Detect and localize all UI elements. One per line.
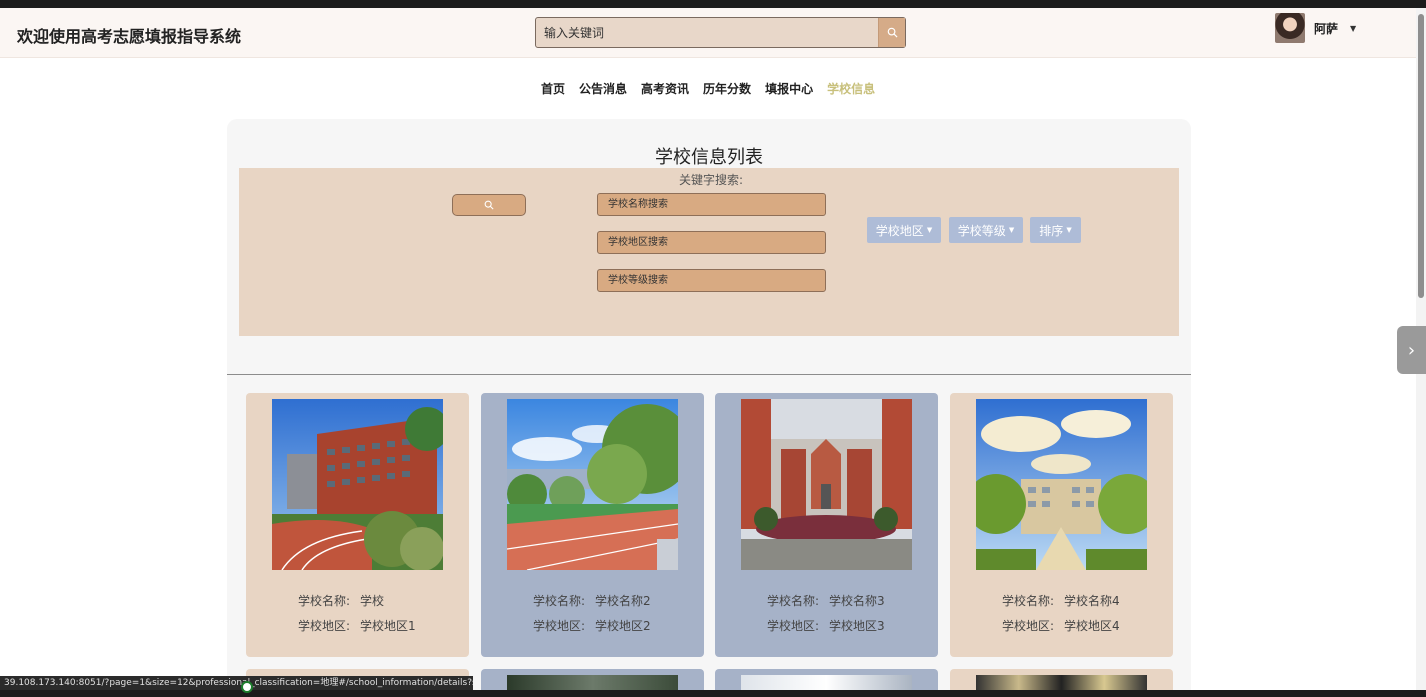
nav-item-school-info[interactable]: 学校信息 <box>827 80 875 97</box>
school-list-panel: 学校信息列表 关键字搜索: 学校地区▼ 学校等级▼ 排序▼ <box>227 119 1191 690</box>
nav-item-application[interactable]: 填报中心 <box>765 80 813 97</box>
school-info: 学校名称: 学校 学校地区: 学校地区1 <box>298 589 416 639</box>
global-search <box>535 17 906 48</box>
global-search-button[interactable] <box>878 18 905 47</box>
school-info: 学校名称: 学校名称4 学校地区: 学校地区4 <box>1002 589 1120 639</box>
search-icon <box>887 27 898 38</box>
main-nav: 首页 公告消息 高考资讯 历年分数 填报中心 学校信息 <box>541 80 875 97</box>
school-photo[interactable] <box>507 399 678 570</box>
school-name: 学校名称2 <box>595 594 651 608</box>
school-card[interactable]: 学校名称: 学校名称3 学校地区: 学校地区3 <box>715 393 938 657</box>
search-icon <box>484 200 494 210</box>
school-name-input[interactable] <box>597 193 826 216</box>
school-name: 学校名称4 <box>1064 594 1120 608</box>
user-menu[interactable]: 阿萨 ▼ <box>1275 13 1356 43</box>
school-info: 学校名称: 学校名称3 学校地区: 学校地区3 <box>767 589 885 639</box>
school-name: 学校 <box>360 594 385 608</box>
school-card[interactable]: 学校名称: 学校 学校地区: 学校地区1 <box>246 393 469 657</box>
school-photo[interactable] <box>976 675 1147 690</box>
school-card[interactable]: 学校名称: 学校名称2 学校地区: 学校地区2 <box>481 393 704 657</box>
level-dropdown-label: 学校等级 <box>957 223 1006 238</box>
status-url: 39.108.173.140:8051/?page=1&size=12&prof… <box>0 676 473 690</box>
caret-down-icon: ▼ <box>1008 226 1015 234</box>
chevron-right-icon[interactable]: › <box>1397 326 1426 374</box>
school-region: 学校地区1 <box>360 619 416 633</box>
school-card[interactable] <box>950 669 1173 690</box>
top-header: 欢迎使用高考志愿填报指导系统 阿萨 ▼ <box>0 8 1416 58</box>
nav-item-scores[interactable]: 历年分数 <box>703 80 751 97</box>
school-name-label: 学校名称: <box>298 594 351 608</box>
school-info: 学校名称: 学校名称2 学校地区: 学校地区2 <box>533 589 651 639</box>
school-region-label: 学校地区: <box>1002 619 1055 633</box>
school-photo[interactable] <box>507 675 678 690</box>
sort-dropdown[interactable]: 排序 ▼ <box>1030 217 1081 243</box>
school-name-label: 学校名称: <box>1002 594 1055 608</box>
caret-down-icon[interactable]: ▼ <box>1350 24 1356 33</box>
nav-item-home[interactable]: 首页 <box>541 80 565 97</box>
avatar[interactable] <box>1275 13 1305 43</box>
level-dropdown[interactable]: 学校等级 ▼ <box>949 217 1023 243</box>
sort-dropdown-label: 排序 <box>1039 223 1064 238</box>
cursor-indicator <box>241 681 253 693</box>
school-name-label: 学校名称: <box>533 594 586 608</box>
school-region: 学校地区4 <box>1064 619 1120 633</box>
school-photo[interactable] <box>272 399 443 570</box>
school-photo[interactable] <box>741 675 912 690</box>
browser-viewport: 欢迎使用高考志愿填报指导系统 阿萨 ▼ 首页 公告消息 高考资讯 历年分数 填报… <box>0 8 1426 690</box>
nav-item-announcements[interactable]: 公告消息 <box>579 80 627 97</box>
user-name[interactable]: 阿萨 <box>1314 20 1338 37</box>
school-region: 学校地区2 <box>595 619 651 633</box>
keyword-label: 关键字搜索: <box>679 173 744 187</box>
page-title: 学校信息列表 <box>655 147 763 168</box>
school-photo[interactable] <box>976 399 1147 570</box>
caret-down-icon: ▼ <box>926 226 933 234</box>
filter-area: 关键字搜索: 学校地区▼ 学校等级▼ 排序▼ <box>239 168 1179 336</box>
school-region-label: 学校地区: <box>533 619 586 633</box>
school-photo[interactable] <box>741 399 912 570</box>
caret-down-icon: ▼ <box>1066 226 1072 234</box>
filter-search-button[interactable] <box>452 194 526 216</box>
school-region-label: 学校地区: <box>298 619 351 633</box>
school-name: 学校名称3 <box>829 594 885 608</box>
global-search-input[interactable] <box>536 18 878 47</box>
region-dropdown-label: 学校地区 <box>875 223 924 238</box>
school-name-label: 学校名称: <box>767 594 820 608</box>
school-card[interactable] <box>715 669 938 690</box>
school-region: 学校地区3 <box>829 619 885 633</box>
divider <box>227 374 1191 375</box>
school-region-label: 学校地区: <box>767 619 820 633</box>
site-title: 欢迎使用高考志愿填报指导系统 <box>17 27 242 46</box>
scrollbar-thumb[interactable] <box>1418 14 1424 298</box>
school-level-input[interactable] <box>597 269 826 292</box>
school-card[interactable]: 学校名称: 学校名称4 学校地区: 学校地区4 <box>950 393 1173 657</box>
school-region-input[interactable] <box>597 231 826 254</box>
nav-item-news[interactable]: 高考资讯 <box>641 80 689 97</box>
region-dropdown[interactable]: 学校地区 ▼ <box>867 217 941 243</box>
school-card[interactable] <box>481 669 704 690</box>
